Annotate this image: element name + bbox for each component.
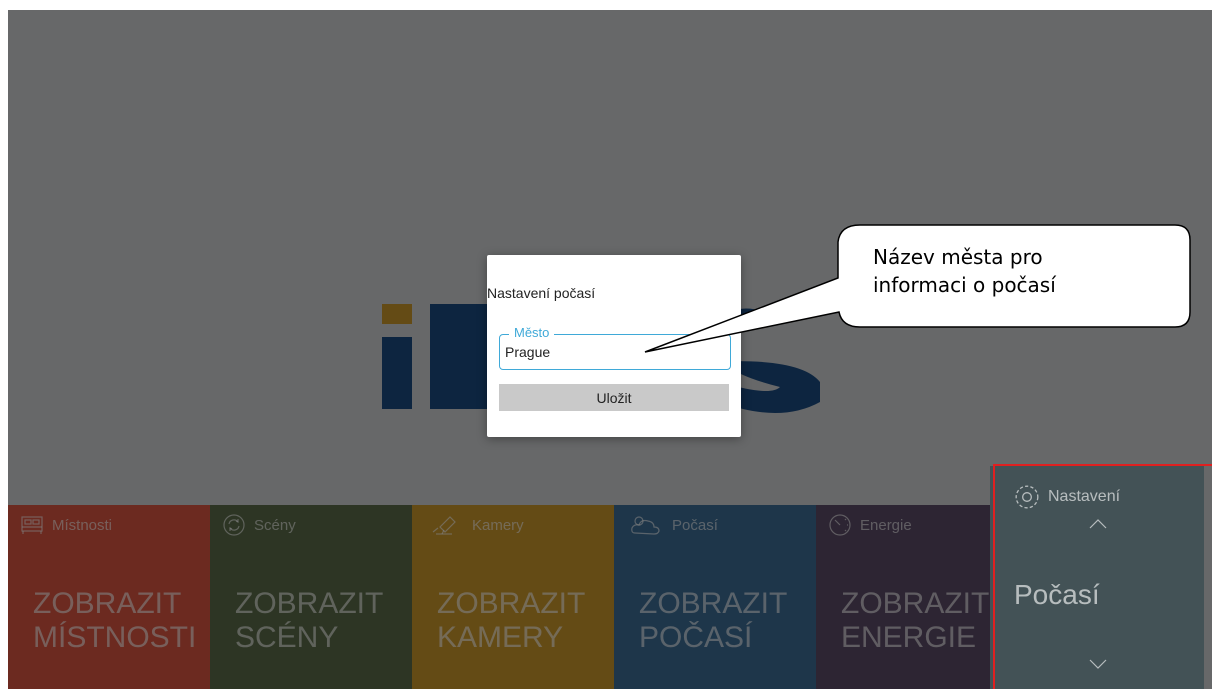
weather-settings-dialog: Nastavení počasí Město Uložit (487, 255, 741, 437)
city-input[interactable] (501, 342, 729, 362)
callout-line-1: Název města pro (873, 245, 1043, 269)
city-field[interactable]: Město (499, 326, 731, 370)
dialog-title: Nastavení počasí (487, 285, 596, 301)
callout-line-2: informaci o počasí (873, 273, 1056, 297)
save-button[interactable]: Uložit (499, 384, 729, 411)
callout-text: Název města pro informaci o počasí (873, 243, 1173, 299)
highlight-frame (993, 464, 1212, 689)
city-field-label: Město (509, 326, 555, 340)
